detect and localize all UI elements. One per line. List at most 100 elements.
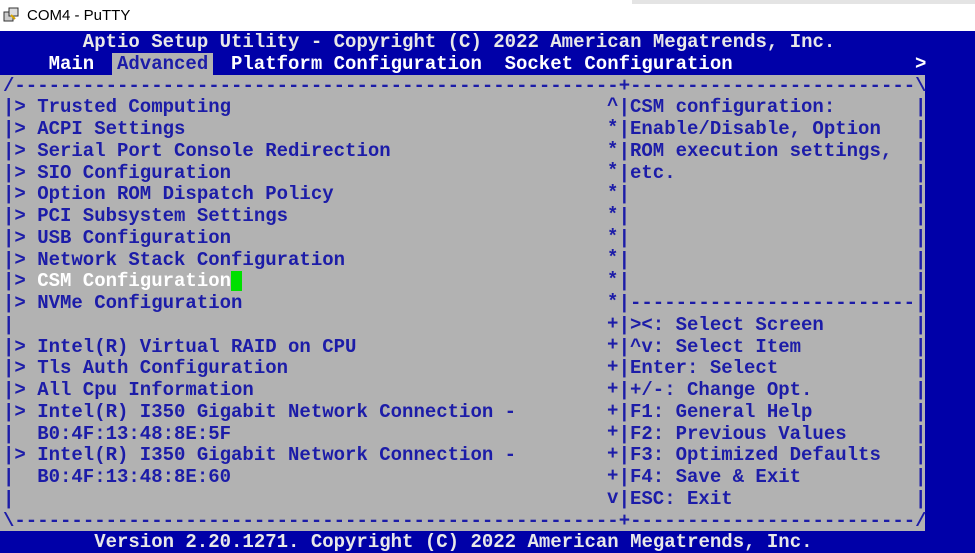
menu-item-selected[interactable]: CSM Configuration (37, 270, 243, 292)
panel-right-border: | (915, 466, 927, 488)
submenu-arrow-icon: > (14, 205, 26, 227)
submenu-arrow-icon: > (14, 161, 26, 184)
help-text: etc. (630, 161, 676, 184)
menu-item[interactable]: B0:4F:13:48:8E:5F (37, 423, 231, 445)
key-hint: F3: Optimized Defaults (630, 444, 881, 467)
panel-left-border: | (3, 183, 15, 206)
menu-item[interactable]: B0:4F:13:48:8E:60 (37, 466, 231, 488)
panel-right-border: | (915, 205, 927, 227)
panel-right-border: | (915, 379, 927, 401)
panel-left-border: | (3, 400, 15, 423)
panel-divider: | (618, 96, 630, 119)
panel-right-border: | (915, 292, 927, 314)
tab-advanced[interactable]: Advanced (112, 52, 214, 75)
panel-divider: | (618, 161, 630, 184)
help-text: CSM configuration: (630, 96, 836, 119)
terminal-row: | > Intel(R) I350 Gigabit Network Connecti… (3, 444, 973, 466)
panel-left-border: | (3, 357, 15, 380)
tabs-scroll-right-icon[interactable]: > (915, 53, 926, 75)
menu-item[interactable]: Option ROM Dispatch Policy (37, 183, 333, 205)
help-text: ROM execution settings, (630, 139, 893, 162)
panel-left-border: | (3, 313, 15, 336)
menu-item[interactable]: USB Configuration (37, 227, 231, 249)
tab-main[interactable]: Main (49, 53, 95, 75)
tab-platform-configuration[interactable]: Platform Configuration (231, 53, 482, 75)
menu-item[interactable]: PCI Subsystem Settings (37, 205, 288, 227)
panel-divider: | (618, 357, 630, 380)
putty-app-icon[interactable] (3, 7, 19, 23)
terminal-row: | > SIO Configuration | etc. | (3, 162, 973, 184)
panel-divider: | (618, 313, 630, 336)
key-hint: F2: Previous Values (630, 422, 847, 445)
panel-right-border: | (915, 183, 927, 206)
panel-right-border: | (915, 444, 927, 467)
menu-item[interactable]: Network Stack Configuration (37, 249, 345, 271)
panel-divider: | (618, 422, 630, 445)
panel-left-border: | (3, 139, 15, 162)
panel-divider: | (618, 444, 630, 467)
submenu-arrow-icon: > (14, 226, 26, 249)
submenu-arrow-icon: > (14, 335, 26, 358)
submenu-arrow-icon: > (14, 96, 26, 119)
submenu-arrow-icon: > (14, 292, 26, 314)
panel-left-border: | (3, 226, 15, 249)
menu-item[interactable]: Serial Port Console Redirection (37, 140, 390, 162)
terminal-row: | > NVMe Configuration |-------------------… (3, 292, 973, 314)
panel-divider: | (618, 139, 630, 162)
terminal-row: Main Advanced Platform Configuration Socket… (3, 52, 973, 75)
panel-top-border: /---------------------------------------… (3, 74, 927, 97)
panel-divider: | (618, 400, 630, 423)
terminal-row: | B0:4F:13:48:8E:5F | F2: Previous Values | (3, 423, 973, 445)
terminal-row: | > Option ROM Dispatch Policy | | (3, 183, 973, 205)
help-separator: |------------------------- (618, 292, 916, 314)
terminal-row: | > Tls Auth Configuration | Enter: Select | (3, 357, 973, 379)
panel-left-border: | (3, 379, 15, 401)
panel-right-border: | (915, 139, 927, 162)
terminal-row: \---------------------------------------… (3, 510, 973, 532)
terminal-row: | | ESC: Exit | (3, 488, 973, 510)
panel-right-border: | (915, 248, 927, 271)
panel-left-border: | (3, 292, 15, 314)
key-hint: Enter: Select (630, 357, 779, 380)
menu-item[interactable]: Tls Auth Configuration (37, 357, 288, 379)
submenu-arrow-icon: > (14, 248, 26, 271)
panel-left-border: | (3, 96, 15, 119)
window-title: COM4 - PuTTY (27, 7, 131, 24)
key-hint: F4: Save & Exit (630, 466, 802, 488)
menu-item[interactable]: Intel(R) Virtual RAID on CPU (37, 336, 356, 358)
panel-divider: | (618, 466, 630, 488)
panel-right-border: | (915, 487, 927, 510)
terminal-row: | > Trusted Computing | CSM configuration: | (3, 96, 973, 118)
menu-item[interactable]: All Cpu Information (37, 379, 254, 401)
terminal-row: | > PCI Subsystem Settings | | (3, 205, 973, 227)
panel-left-border: | (3, 270, 15, 293)
panel-right-border: | (915, 357, 927, 380)
panel-left-border: | (3, 487, 15, 510)
key-hint: ESC: Exit (630, 487, 733, 510)
panel-right-border: | (915, 118, 927, 140)
menu-item[interactable]: Trusted Computing (37, 96, 231, 118)
key-hint: +/-: Change Opt. (630, 379, 813, 401)
panel-divider: | (618, 118, 630, 140)
panel-right-border: | (915, 335, 927, 358)
terminal-row: | > CSM Configuration | | (3, 270, 973, 292)
menu-item[interactable]: NVMe Configuration (37, 292, 242, 314)
panel-right-border: | (915, 270, 927, 293)
terminal-row: | > USB Configuration | | (3, 227, 973, 249)
panel-right-border: | (915, 161, 927, 184)
terminal-row: | B0:4F:13:48:8E:60 | F4: Save & Exit | (3, 466, 973, 488)
panel-divider: | (618, 226, 630, 249)
menu-item[interactable]: SIO Configuration (37, 162, 231, 184)
menu-item[interactable]: Intel(R) I350 Gigabit Network Connection… (37, 401, 516, 423)
panel-left-border: | (3, 335, 15, 358)
menu-item[interactable]: Intel(R) I350 Gigabit Network Connection… (37, 444, 516, 466)
tab-socket-configuration[interactable]: Socket Configuration (505, 53, 733, 75)
panel-left-border: | (3, 248, 15, 271)
submenu-arrow-icon: > (14, 270, 26, 293)
panel-right-border: | (915, 400, 927, 423)
panel-left-border: | (3, 161, 15, 184)
scrollbar-indicator[interactable]: ^*********++++++++v (607, 95, 618, 509)
terminal-row: | > Serial Port Console Redirection | ROM ex… (3, 140, 973, 162)
panel-right-border: | (915, 313, 927, 336)
menu-item[interactable]: ACPI Settings (37, 118, 185, 140)
